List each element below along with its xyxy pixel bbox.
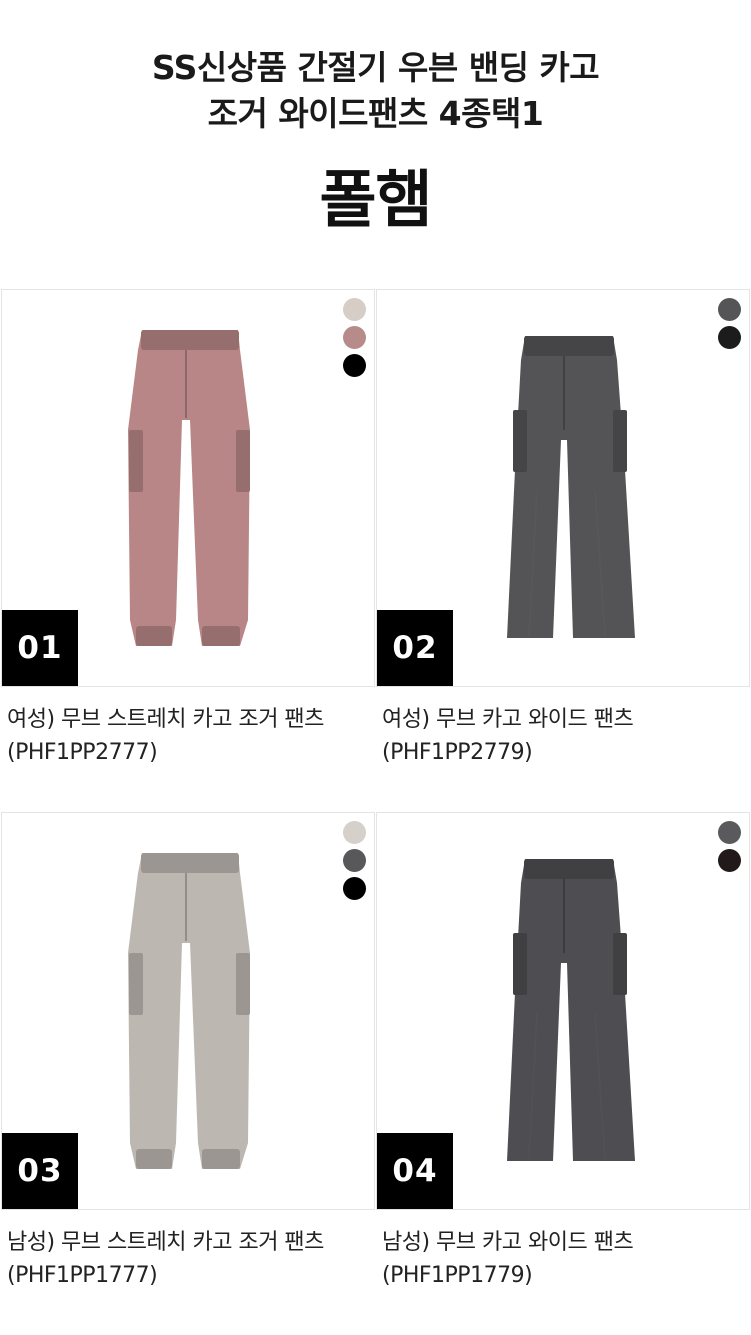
- color-swatch[interactable]: [718, 821, 741, 844]
- cargo-pocket-left: [129, 953, 143, 1015]
- product-caption[interactable]: 남성) 무브 스트레치 카고 조거 팬츠 (PHF1PP1777): [7, 1226, 324, 1292]
- pants-body: [507, 859, 635, 1161]
- cargo-pocket-right: [613, 410, 627, 472]
- waistband: [141, 853, 239, 873]
- product-name: 남성) 무브 카고 와이드 팬츠: [382, 1230, 634, 1255]
- waistband: [524, 859, 614, 879]
- color-swatches: [343, 821, 366, 900]
- cuff-right: [202, 1149, 240, 1169]
- color-swatches: [343, 298, 366, 377]
- color-swatch[interactable]: [343, 326, 366, 349]
- product-code: (PHF1PP1777): [7, 1263, 158, 1288]
- product-name: 남성) 무브 스트레치 카고 조거 팬츠: [7, 1230, 324, 1255]
- wide-pants-shape: [507, 859, 635, 1161]
- product-number-badge: 02: [377, 610, 453, 686]
- cuff-left: [136, 626, 172, 646]
- color-swatches: [718, 821, 741, 872]
- cuff-left: [136, 1149, 172, 1169]
- color-swatch[interactable]: [343, 354, 366, 377]
- product-image-frame[interactable]: 01: [1, 289, 375, 687]
- product-code: (PHF1PP2779): [382, 740, 533, 765]
- color-swatch[interactable]: [343, 821, 366, 844]
- jogger-pants-shape: [128, 330, 250, 646]
- cargo-pocket-left: [129, 430, 143, 492]
- product-name: 여성) 무브 카고 와이드 팬츠: [382, 707, 634, 732]
- brand-logo-text: 폴햄: [319, 163, 432, 236]
- product-number-badge: 04: [377, 1133, 453, 1209]
- product-caption[interactable]: 여성) 무브 스트레치 카고 조거 팬츠 (PHF1PP2777): [7, 703, 324, 769]
- product-code: (PHF1PP1779): [382, 1263, 533, 1288]
- color-swatch[interactable]: [718, 326, 741, 349]
- product-image-frame[interactable]: 03: [1, 812, 375, 1210]
- cargo-pocket-left: [513, 410, 527, 472]
- cuff-right: [202, 626, 240, 646]
- cargo-pocket-right: [236, 430, 250, 492]
- pants-body: [507, 336, 635, 638]
- pants-body: [128, 853, 250, 1169]
- product-image-frame[interactable]: 04: [376, 812, 750, 1210]
- product-number-badge: 03: [2, 1133, 78, 1209]
- wide-pants-shape: [507, 336, 635, 638]
- color-swatch[interactable]: [343, 877, 366, 900]
- color-swatches: [718, 298, 741, 349]
- waistband: [141, 330, 239, 350]
- promo-title-line-1: SS신상품 간절기 우븐 밴딩 카고: [151, 48, 600, 87]
- cargo-pocket-right: [236, 953, 250, 1015]
- cargo-pocket-left: [513, 933, 527, 995]
- color-swatch[interactable]: [343, 298, 366, 321]
- cargo-pocket-right: [613, 933, 627, 995]
- product-name: 여성) 무브 스트레치 카고 조거 팬츠: [7, 707, 324, 732]
- product-image-frame[interactable]: 02: [376, 289, 750, 687]
- color-swatch[interactable]: [343, 849, 366, 872]
- color-swatch[interactable]: [718, 849, 741, 872]
- promo-title-line-2: 조거 와이드팬츠 4종택1: [207, 94, 544, 133]
- product-caption[interactable]: 여성) 무브 카고 와이드 팬츠 (PHF1PP2779): [382, 703, 634, 769]
- pants-body: [128, 330, 250, 646]
- color-swatch[interactable]: [718, 298, 741, 321]
- waistband: [524, 336, 614, 356]
- product-caption[interactable]: 남성) 무브 카고 와이드 팬츠 (PHF1PP1779): [382, 1226, 634, 1292]
- product-code: (PHF1PP2777): [7, 740, 158, 765]
- jogger-pants-shape: [128, 853, 250, 1169]
- product-number-badge: 01: [2, 610, 78, 686]
